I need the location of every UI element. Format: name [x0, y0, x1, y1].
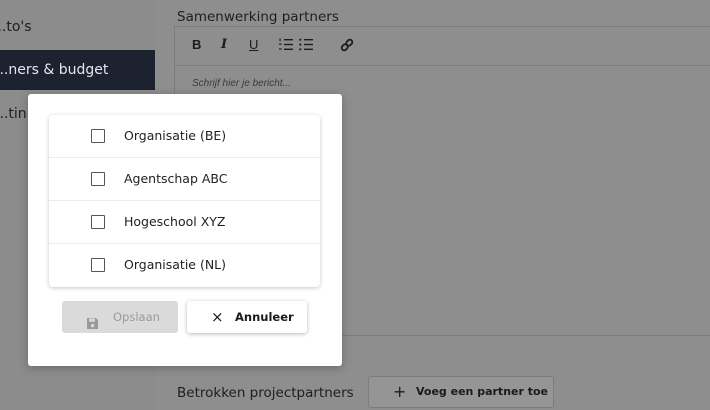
partner-options-list: Organisatie (BE) Agentschap ABC Hogescho…: [49, 115, 320, 287]
partner-option-label: Hogeschool XYZ: [124, 214, 226, 229]
partner-checkbox[interactable]: [91, 258, 105, 272]
list-item[interactable]: Organisatie (BE): [49, 115, 320, 158]
sidebar-item-label: ...to's: [0, 19, 32, 35]
cancel-button-label: Annuleer: [235, 310, 294, 324]
cancel-button[interactable]: × Annuleer: [187, 301, 307, 333]
save-button[interactable]: Opslaan: [62, 301, 178, 333]
save-icon: [86, 310, 99, 329]
section-title: Samenwerking partners: [177, 9, 339, 25]
italic-button[interactable]: I: [221, 38, 227, 52]
partner-option-label: Organisatie (BE): [124, 128, 227, 143]
add-partner-label: Voeg een partner toe: [416, 385, 549, 398]
add-partner-button[interactable]: + Voeg een partner toe: [368, 376, 554, 408]
list-item[interactable]: Organisatie (NL): [49, 244, 320, 287]
bold-button[interactable]: B: [192, 38, 201, 52]
link-icon[interactable]: [340, 38, 354, 55]
sidebar-item-partners-budget[interactable]: ...ners & budget: [0, 50, 155, 90]
ordered-list-icon[interactable]: [279, 38, 293, 54]
editor-placeholder: Schrijf hier je bericht...: [192, 78, 291, 89]
sidebar-item-todos[interactable]: ...to's: [0, 7, 155, 47]
list-item[interactable]: Hogeschool XYZ: [49, 201, 320, 244]
partner-checkbox[interactable]: [91, 172, 105, 186]
underline-button[interactable]: U: [249, 38, 258, 52]
editor-toolbar: B I U: [175, 27, 710, 66]
partner-option-label: Organisatie (NL): [124, 257, 227, 272]
partner-checkbox[interactable]: [91, 215, 105, 229]
sidebar-item-label: ...ners & budget: [0, 62, 109, 78]
bullet-list-icon[interactable]: [299, 38, 313, 54]
partner-checkbox[interactable]: [91, 129, 105, 143]
partners-label: Betrokken projectpartners: [177, 385, 354, 401]
sidebar-item-label: ...tin: [0, 106, 27, 122]
save-button-label: Opslaan: [113, 310, 160, 324]
list-item[interactable]: Agentschap ABC: [49, 158, 320, 201]
plus-icon: +: [393, 382, 407, 401]
partner-option-label: Agentschap ABC: [124, 171, 228, 186]
select-partner-modal: Organisatie (BE) Agentschap ABC Hogescho…: [28, 94, 342, 366]
close-icon: ×: [211, 308, 224, 326]
